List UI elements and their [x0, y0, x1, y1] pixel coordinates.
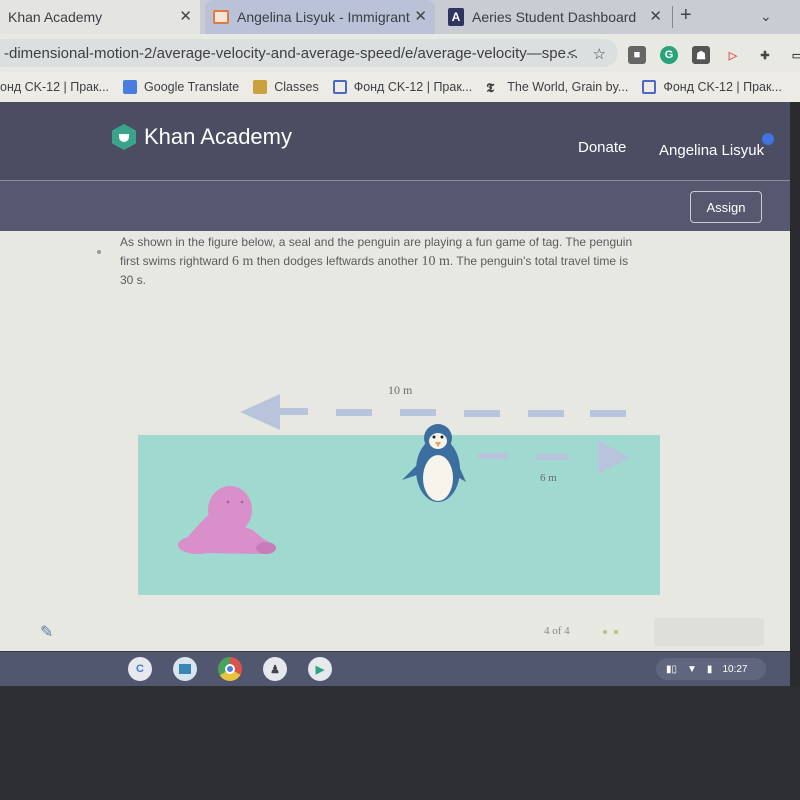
tab-separator [672, 6, 673, 28]
extension-icon[interactable]: ■ [628, 46, 646, 64]
phone-hub-icon: ▮▯ [666, 663, 678, 675]
ka-subbar [0, 181, 800, 231]
chevron-down-icon[interactable]: ⌄ [760, 8, 772, 25]
dash [528, 410, 564, 417]
app-files-icon[interactable] [173, 657, 197, 681]
problem-line-1: As shown in the figure below, a seal and… [120, 235, 633, 249]
check-button[interactable] [654, 618, 764, 646]
puzzle-icon[interactable]: ✚ [756, 46, 774, 64]
tab-khan-academy[interactable]: Khan Academy ✕ [0, 0, 200, 34]
bookmark-ck12[interactable]: онд CK-12 | Прак... [0, 80, 109, 94]
nyt-icon: 𝕿 [486, 80, 495, 95]
classroom-icon [253, 80, 268, 94]
progress-dot [603, 630, 607, 634]
distance-2: 10 m [421, 254, 450, 269]
assign-button[interactable]: Assign [690, 191, 762, 223]
plus-icon[interactable]: + [680, 4, 692, 27]
extensions: ■ G ☗ ▷ ✚ ▭ [628, 46, 800, 64]
status-tray[interactable]: ▮▯ ▼ ▮ 10:27 [656, 658, 766, 680]
dash [590, 410, 626, 417]
close-icon[interactable]: ✕ [649, 7, 662, 25]
user-menu[interactable]: Angelina Lisyuk [659, 142, 764, 159]
bookmark-ck12[interactable]: Фонд CK-12 | Прак... [332, 80, 473, 94]
bookmark-label: Classes [274, 80, 319, 94]
app-chrome-icon[interactable] [218, 657, 242, 681]
doc-icon [642, 80, 657, 94]
wifi-icon: ▼ [687, 663, 697, 675]
dash [464, 410, 500, 417]
doc-icon [332, 80, 347, 94]
brand-name: Khan Academy [144, 124, 292, 149]
bookmark-label: онд CK-12 | Прак... [0, 80, 110, 94]
problem-text: As shown in the figure below, a seal and… [120, 233, 690, 290]
tab-strip: Khan Academy ✕ Angelina Lisyuk - Immigra… [0, 0, 800, 34]
translate-icon [123, 80, 138, 94]
star-icon[interactable]: ☆ [593, 45, 606, 63]
penguin [402, 424, 466, 502]
screen-bezel [790, 102, 800, 702]
dash [400, 409, 436, 416]
ka-logo[interactable]: Khan Academy [112, 124, 292, 150]
text: . The penguin's total travel time is [449, 254, 629, 268]
tab-title: Aeries Student Dashboard [472, 9, 637, 25]
screen-bezel [0, 686, 800, 800]
aeries-icon: A [448, 8, 464, 26]
tab-angelina[interactable]: Angelina Lisyuk - Immigrant P ✕ [205, 0, 435, 34]
close-icon[interactable]: ✕ [414, 7, 427, 25]
app-classroom-icon[interactable]: C [128, 657, 152, 681]
leftward-arrow [240, 394, 626, 430]
distance-1: 6 m [232, 254, 254, 269]
problem-line-3: 30 s. [120, 273, 147, 287]
robot-extension-icon[interactable]: ☗ [692, 46, 710, 64]
screen: Khan Academy ✕ Angelina Lisyuk - Immigra… [0, 0, 800, 800]
problem-line-2: first swims rightward 6 m then dodges le… [120, 252, 690, 271]
dash [278, 408, 308, 415]
bookmark-ck12[interactable]: Фонд CK-12 | Прак... [642, 80, 782, 94]
bookmark-label: Google Translate [144, 80, 240, 94]
close-icon[interactable]: ✕ [179, 7, 192, 25]
dash [536, 454, 568, 460]
khan-logo-icon [112, 124, 136, 150]
text: then dodges leftwards another [253, 254, 422, 268]
bookmark-label: Фонд CK-12 | Прак... [663, 80, 782, 94]
dash [336, 409, 372, 416]
rightward-arrow [478, 440, 630, 474]
bookmark-label: Фонд CK-12 | Прак... [353, 80, 473, 94]
address-bar[interactable]: -dimensional-motion-2/average-velocity-a… [0, 39, 618, 67]
tab-aeries[interactable]: A Aeries Student Dashboard ✕ [440, 0, 670, 34]
seal [178, 486, 276, 554]
battery-icon: ▮ [706, 663, 713, 675]
url-text: -dimensional-motion-2/average-velocity-a… [4, 44, 579, 62]
scratchpad-icon[interactable]: ✎ [40, 622, 53, 642]
bullet [97, 250, 101, 254]
right-arrowhead [598, 440, 630, 474]
donate-link[interactable]: Donate [578, 139, 626, 156]
left-arrowhead [240, 394, 280, 430]
cast-icon[interactable]: ▭ [788, 46, 800, 64]
browser-toolbar: -dimensional-motion-2/average-velocity-a… [0, 34, 800, 72]
screencast-icon[interactable]: ▷ [724, 46, 742, 64]
progress-dot [614, 630, 618, 634]
bookmark-label: The World, Grain by... [507, 80, 629, 94]
notification-dot [762, 133, 774, 145]
bookmark-google-translate[interactable]: Google Translate [123, 80, 239, 94]
share-icon[interactable]: < [568, 45, 577, 63]
text: first swims rightward [120, 254, 233, 268]
tab-title: Angelina Lisyuk - Immigrant P [237, 9, 412, 25]
figure-graphics [178, 394, 630, 554]
bookmark-nyt[interactable]: 𝕿 The World, Grain by... [486, 80, 629, 95]
clock: 10:27 [722, 663, 748, 675]
tab-title: Khan Academy [8, 9, 103, 25]
problem-figure: 10 m 6 m [138, 380, 668, 600]
app-play-store-icon[interactable]: ▶ [308, 657, 332, 681]
bookmarks-bar: онд CK-12 | Прак... Google Translate Cla… [0, 72, 800, 102]
slides-icon [213, 10, 229, 24]
grammarly-icon[interactable]: G [660, 46, 678, 64]
dash [478, 453, 508, 459]
app-penguin-icon[interactable]: ♟ [263, 657, 287, 681]
bookmark-classes[interactable]: Classes [253, 80, 319, 94]
problem-pager: 4 of 4 [544, 625, 570, 637]
